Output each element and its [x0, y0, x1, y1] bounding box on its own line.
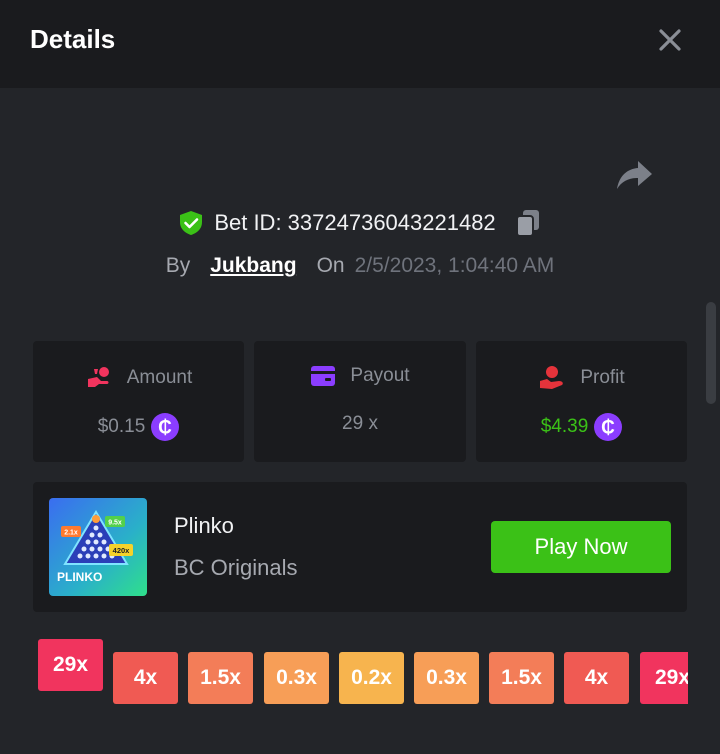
play-now-button[interactable]: Play Now — [491, 521, 671, 573]
payout-card: Payout 29 x — [254, 341, 466, 462]
multiplier-row: 29x 4x 1.5x 0.3x 0.2x 0.3x 1.5x 4x 29x — [38, 639, 688, 709]
page-title: Details — [30, 24, 116, 54]
profit-hand-icon — [540, 366, 564, 389]
multiplier-slot: 0.2x — [339, 652, 404, 704]
amount-bag-icon — [87, 367, 109, 387]
scrollbar-thumb[interactable] — [706, 302, 716, 404]
thumb-logo-text: PLINKO — [57, 570, 102, 584]
multiplier-slot: 4x — [113, 652, 178, 704]
bet-id-row: Bet ID: 33724736043221482 — [0, 205, 720, 241]
multiplier-slot: 1.5x — [188, 652, 253, 704]
thumb-tag-2: 9.5x — [108, 520, 122, 527]
wallet-card-icon — [311, 366, 336, 386]
coin-icon: ₵ — [151, 413, 180, 441]
payout-label: Payout — [350, 365, 410, 386]
shield-check-icon — [180, 211, 203, 235]
username-link[interactable]: Jukbang — [210, 254, 296, 278]
bet-id: Bet ID: 33724736043221482 — [214, 210, 496, 235]
plinko-thumbnail[interactable]: 2.1x 9.5x 420x PLINKO — [49, 498, 147, 596]
profit-card: Profit $4.39 ₵ — [476, 341, 687, 462]
on-label: On — [316, 254, 345, 277]
game-info-card: 2.1x 9.5x 420x PLINKO Plinko BC Original… — [33, 482, 687, 612]
profit-label: Profit — [580, 367, 625, 388]
amount-label: Amount — [126, 367, 193, 388]
multiplier-slot: 4x — [564, 652, 629, 704]
bet-meta-row: By Jukbang On 2/5/2023, 1:04:40 AM — [0, 249, 720, 283]
multiplier-slot: 29x — [640, 652, 688, 704]
multiplier-slot: 0.3x — [414, 652, 479, 704]
amount-card: Amount $0.15 ₵ — [33, 341, 244, 462]
multiplier-slot: 0.3x — [264, 652, 329, 704]
share-arrow-icon[interactable] — [612, 153, 656, 193]
profit-value: $4.39 — [540, 416, 589, 437]
close-icon[interactable] — [652, 22, 688, 58]
svg-text:₵: ₵ — [601, 418, 615, 439]
thumb-tag-3: 420x — [113, 546, 131, 555]
multiplier-slot-hit: 29x — [38, 639, 103, 691]
payout-value: 29 x — [342, 413, 378, 434]
thumb-tag-1: 2.1x — [64, 530, 78, 537]
bet-datetime: 2/5/2023, 1:04:40 AM — [354, 254, 555, 277]
details-header: Details — [0, 0, 720, 88]
by-label: By — [165, 254, 191, 277]
multiplier-slot: 1.5x — [489, 652, 554, 704]
coin-icon: ₵ — [594, 413, 623, 441]
copy-icon[interactable] — [514, 208, 542, 238]
svg-text:₵: ₵ — [158, 418, 172, 439]
amount-value: $0.15 — [97, 416, 146, 437]
game-name: Plinko — [174, 513, 234, 538]
game-provider: BC Originals — [174, 555, 298, 580]
